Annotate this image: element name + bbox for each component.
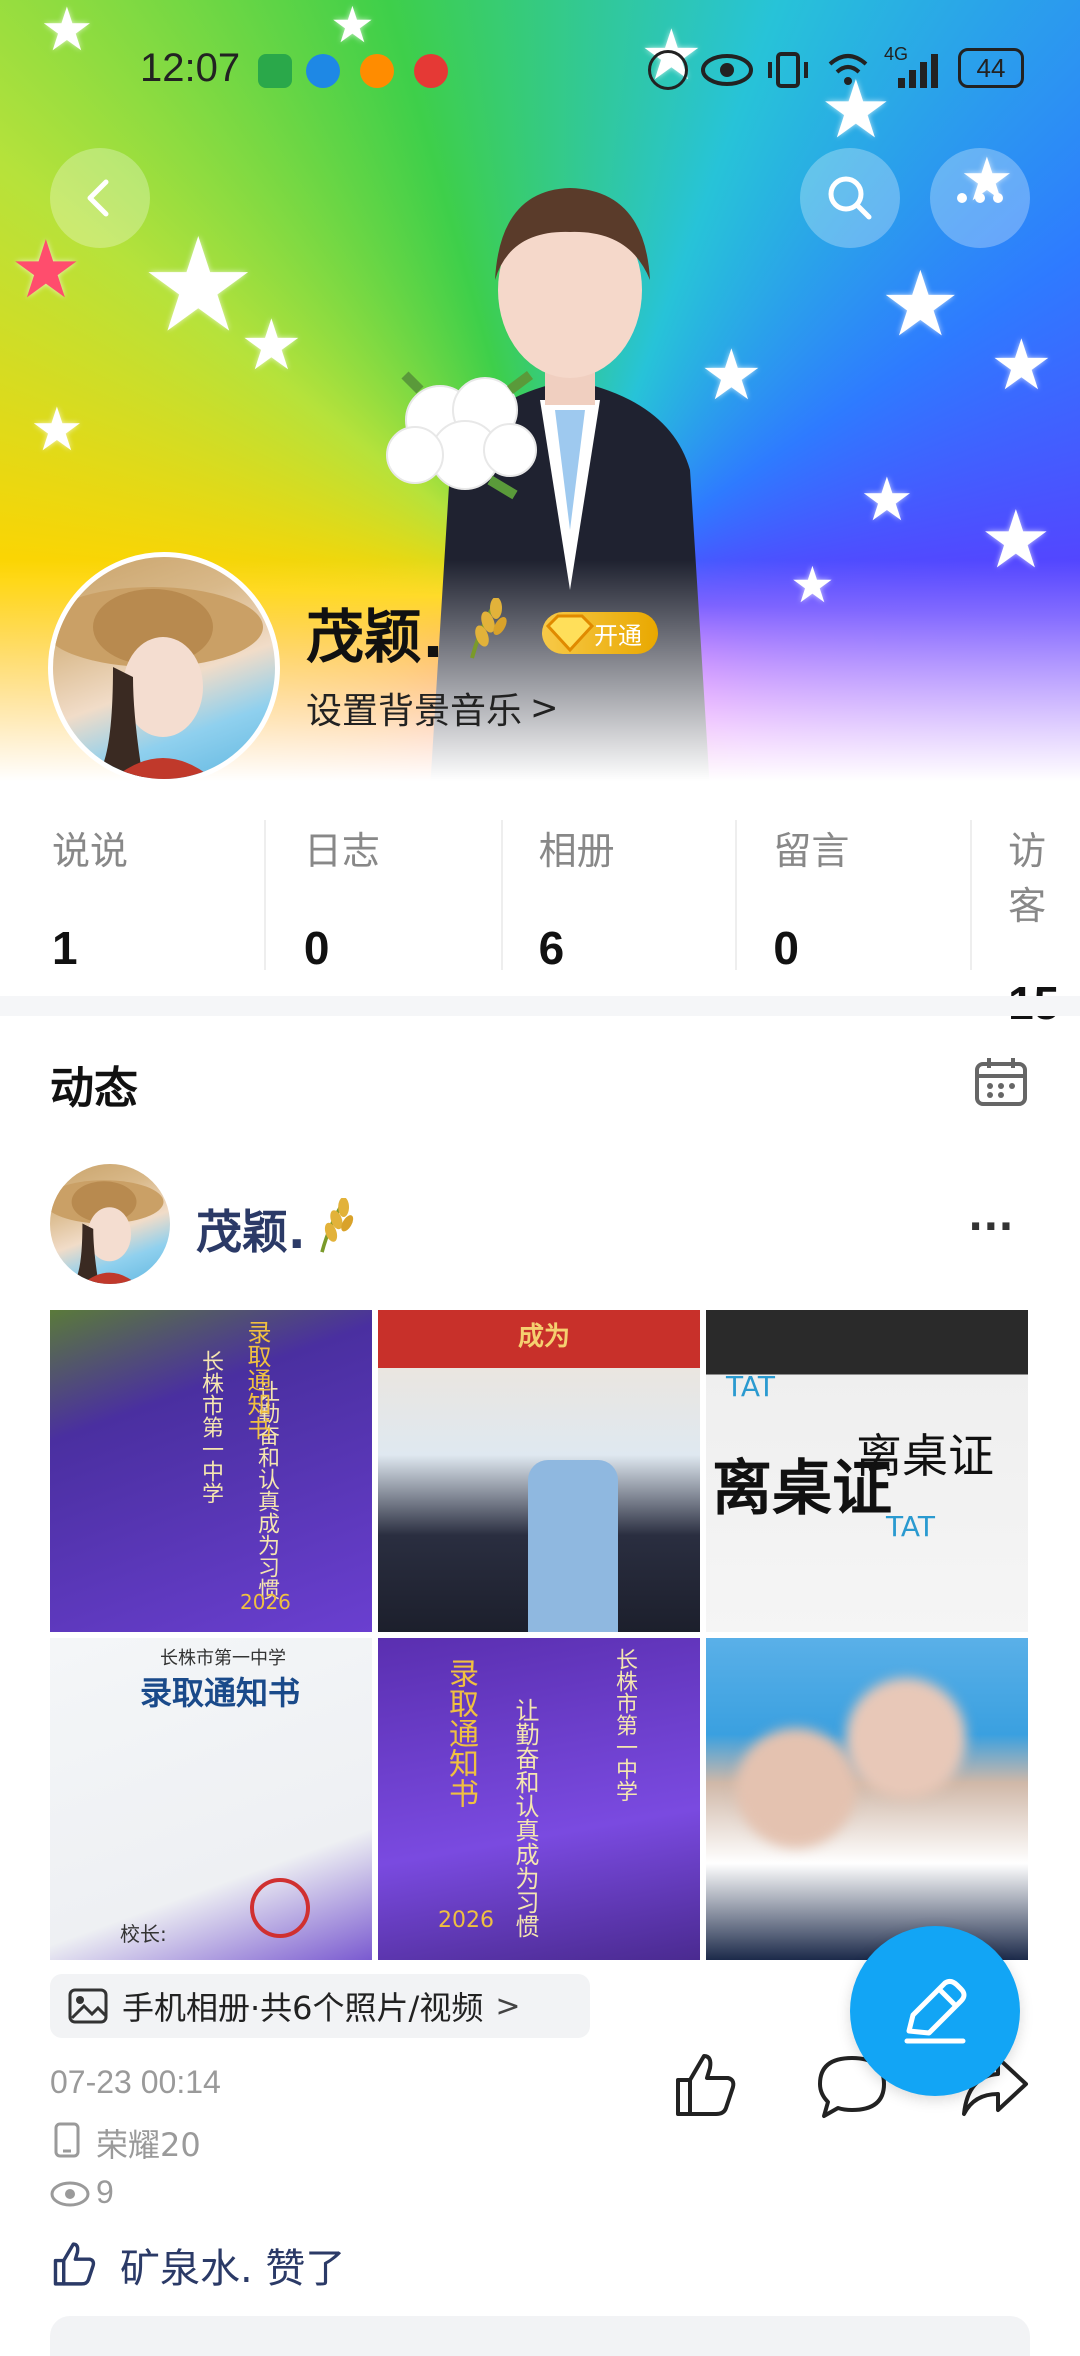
photo-icon (68, 1988, 108, 2024)
weibo-icon (360, 54, 394, 88)
photo-text: 成为 (518, 1322, 571, 1352)
vip-open-label: 开通 (594, 621, 642, 650)
wheat-icon (320, 1198, 354, 1253)
photo-grid: 长株市第一中学 让勤奋和认真成为习惯 录取通知书 2026 成为 离桌证 离桌证… (50, 1310, 1030, 1960)
stat-value: 1 (52, 922, 78, 974)
photo-text: 2026 (240, 1590, 291, 1614)
wifi-icon (828, 54, 868, 85)
back-arrow-icon (87, 179, 109, 217)
blurred-face (736, 1728, 856, 1848)
search-icon (828, 176, 872, 220)
photo-thumbnail[interactable]: 长株市第一中学 录取通知书 校长: (50, 1638, 372, 1960)
photo-text: 离桌证 (856, 1429, 994, 1483)
photo-thumbnail[interactable] (706, 1638, 1028, 1960)
post-author-avatar[interactable] (50, 1164, 170, 1284)
stats-row: 说说 1 日志 0 相册 6 留言 0 访客 15 (0, 820, 1080, 1029)
photo-text: 录取通知书 (443, 1658, 478, 1808)
stat-blog[interactable]: 日志 0 (266, 820, 501, 990)
seal-stamp (250, 1878, 310, 1938)
pencil-icon (904, 1978, 967, 2044)
photo-text: 长株市第一中学 (198, 1350, 223, 1504)
stat-value: 6 (538, 922, 565, 974)
signal-icon (898, 54, 938, 88)
background-music-label: 设置背景音乐 (306, 691, 523, 732)
stat-label: 访客 (1008, 829, 1047, 928)
photo-text: 长株市第一中学 (612, 1648, 637, 1802)
diamond-icon (545, 614, 595, 653)
section-separator (0, 996, 1080, 1016)
post-timestamp: 07-23 00:14 (50, 2064, 221, 2100)
album-info-label: 手机相册·共6个照片/视频 (122, 1989, 484, 2027)
hd-call-icon (648, 50, 688, 90)
back-button[interactable] (50, 148, 150, 248)
vibrate-icon (768, 52, 808, 88)
post-more-button[interactable]: ··· (968, 1204, 1014, 1250)
calendar-icon[interactable] (974, 1056, 1028, 1106)
profile-avatar[interactable] (48, 552, 280, 784)
hourglass-icon (258, 54, 292, 88)
stat-label: 相册 (538, 829, 615, 873)
photo-thumbnail[interactable]: 离桌证 离桌证 TAT TAT (706, 1310, 1028, 1632)
feed-section-title: 动态 (50, 1063, 138, 1114)
avatar-image (53, 587, 263, 779)
background-music-link[interactable]: 设置背景音乐 > (306, 682, 559, 734)
stat-visitors[interactable]: 访客 15 (972, 820, 1080, 1029)
stat-label: 说说 (52, 829, 129, 873)
photo-text: 长株市第一中学 (160, 1648, 286, 1669)
more-menu-button[interactable] (930, 148, 1030, 248)
profile-name: 茂颖. (306, 603, 445, 671)
stat-value: 0 (303, 922, 330, 974)
post-device: 荣耀20 (96, 2126, 201, 2164)
comments-box[interactable] (50, 2316, 1030, 2356)
chevron-right-icon: > (495, 1988, 521, 2024)
wheat-icon (470, 598, 507, 659)
more-icon (957, 193, 1003, 203)
verified-icon (306, 54, 340, 88)
photo-text: TAT (886, 1510, 936, 1543)
liked-by-text[interactable]: 矿泉水. 赞了 (120, 2236, 345, 2294)
photo-text: 让勤奋和认真成为习惯 (511, 1698, 539, 1938)
compose-post-button[interactable] (850, 1926, 1020, 2096)
photo-text: 录取通知书 (140, 1674, 301, 1712)
blurred-face (846, 1678, 966, 1798)
stat-shuoshuo[interactable]: 说说 1 (0, 820, 264, 990)
stat-label: 留言 (773, 829, 850, 873)
stat-value: 0 (773, 922, 799, 974)
avatar-image (50, 1180, 164, 1284)
status-time: 12:07 (140, 46, 241, 90)
album-info-link[interactable]: 手机相册·共6个照片/视频 > (50, 1974, 590, 2038)
phone-icon (54, 2122, 80, 2158)
eye-comfort-icon (701, 54, 753, 86)
weibo-icon-2 (414, 54, 448, 88)
chevron-right-icon: > (530, 688, 559, 728)
photo-text: 校长: (120, 1922, 167, 1946)
eye-icon (50, 2181, 90, 2207)
stat-label: 日志 (303, 829, 380, 873)
photo-person (528, 1460, 618, 1632)
photo-thumbnail[interactable]: 长株市第一中学 录取通知书 让勤奋和认真成为习惯 2026 (378, 1638, 700, 1960)
photo-thumbnail[interactable]: 长株市第一中学 让勤奋和认真成为习惯 录取通知书 2026 (50, 1310, 372, 1632)
vip-open-badge[interactable]: 开通 (542, 612, 658, 654)
stat-messages[interactable]: 留言 0 (737, 820, 970, 990)
thumbs-up-icon[interactable] (670, 2050, 740, 2120)
photo-thumbnail[interactable]: 成为 (378, 1310, 700, 1632)
thumbs-up-icon (53, 2242, 96, 2286)
search-button[interactable] (800, 148, 900, 248)
photo-text: TAT (726, 1370, 776, 1403)
post-views: 9 (96, 2174, 114, 2210)
stat-album[interactable]: 相册 6 (503, 820, 736, 990)
photo-text: 录取通知书 (243, 1320, 271, 1440)
post-author-name[interactable]: 茂颖. (196, 1196, 305, 1262)
photo-text: 2026 (438, 1908, 494, 1933)
battery-indicator: 44 (958, 48, 1024, 88)
